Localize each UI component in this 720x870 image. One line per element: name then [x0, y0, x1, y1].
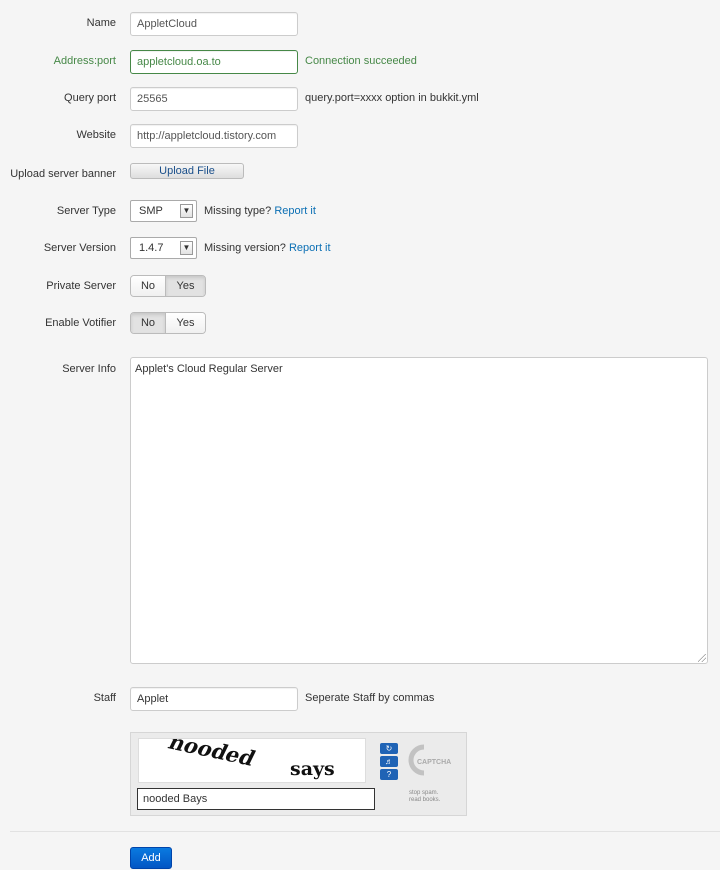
recaptcha-logo-graphic: CAPTCHA: [408, 744, 451, 776]
private-server-label: Private Server: [46, 280, 116, 292]
server-version-value: 1.4.7: [139, 242, 164, 254]
server-version-row: Server Version 1.4.7 ▼ Missing version? …: [0, 237, 720, 259]
query-port-row: Query port 25565 query.port=xxxx option …: [0, 87, 720, 111]
server-info-textarea[interactable]: Applet's Cloud Regular Server: [130, 357, 708, 664]
banner-row: Upload server banner Upload File: [0, 163, 720, 183]
server-version-help: Missing version? Report it: [204, 242, 331, 254]
form-divider: [10, 831, 720, 832]
audio-icon[interactable]: ♬: [380, 756, 398, 767]
server-version-help-text: Missing version?: [204, 242, 286, 254]
server-type-row: Server Type SMP ▼ Missing type? Report i…: [0, 200, 720, 222]
votifier-no[interactable]: No: [131, 313, 165, 333]
resize-handle-icon[interactable]: [698, 654, 706, 662]
banner-label: Upload server banner: [10, 168, 116, 180]
captcha-tagline: stop spam. read books.: [409, 790, 465, 804]
server-type-label: Server Type: [56, 205, 116, 217]
name-input[interactable]: AppletCloud: [130, 12, 298, 36]
address-input[interactable]: appletcloud.oa.to: [130, 50, 298, 74]
connection-status: Connection succeeded: [305, 55, 417, 67]
query-port-input[interactable]: 25565: [130, 87, 298, 111]
votifier-toggle: No Yes: [130, 312, 206, 334]
captcha-tagline-2: read books.: [409, 797, 441, 803]
add-button[interactable]: Add: [130, 847, 172, 869]
captcha-image: nooded says: [138, 731, 366, 783]
recaptcha-logo: CAPTCHA: [407, 743, 465, 780]
private-server-yes[interactable]: Yes: [165, 276, 205, 296]
captcha-logo-text: CAPTCHA: [417, 759, 451, 766]
server-type-help: Missing type? Report it: [204, 205, 316, 217]
help-icon[interactable]: ?: [380, 769, 398, 780]
staff-input[interactable]: Applet: [130, 687, 298, 711]
staff-label: Staff: [93, 692, 116, 704]
server-type-select[interactable]: SMP ▼: [130, 200, 197, 222]
private-server-row: Private Server No Yes: [0, 275, 720, 297]
query-port-help: query.port=xxxx option in bukkit.yml: [305, 92, 479, 104]
server-type-help-text: Missing type?: [204, 205, 272, 217]
report-version-link[interactable]: Report it: [289, 242, 331, 254]
server-type-value: SMP: [139, 205, 163, 217]
server-info-text: Applet's Cloud Regular Server: [135, 363, 283, 375]
chevron-down-icon: ▼: [180, 204, 193, 218]
private-server-no[interactable]: No: [131, 276, 165, 296]
staff-help: Seperate Staff by commas: [305, 692, 435, 704]
upload-file-button[interactable]: Upload File: [130, 163, 244, 179]
votifier-row: Enable Votifier No Yes: [0, 312, 720, 334]
staff-row: Staff Applet Seperate Staff by commas: [0, 687, 720, 711]
report-type-link[interactable]: Report it: [274, 205, 316, 217]
votifier-yes[interactable]: Yes: [165, 313, 205, 333]
query-port-label: Query port: [64, 92, 116, 104]
server-info-label: Server Info: [62, 363, 116, 375]
server-version-select[interactable]: 1.4.7 ▼: [130, 237, 197, 259]
captcha-image-graphic: nooded says: [164, 731, 335, 780]
address-label: Address:port: [53, 55, 116, 67]
private-server-toggle: No Yes: [130, 275, 206, 297]
captcha-word-1: nooded: [164, 739, 259, 771]
website-input[interactable]: http://appletcloud.tistory.com: [130, 124, 298, 148]
captcha-word-2: says: [290, 758, 335, 780]
captcha-widget: nooded says ↻ ♬ ? CAPTCHA stop spam. rea…: [130, 731, 467, 816]
refresh-icon[interactable]: ↻: [380, 743, 398, 754]
server-version-label: Server Version: [43, 242, 116, 254]
name-label: Name: [86, 17, 116, 29]
votifier-label: Enable Votifier: [45, 317, 116, 329]
website-label: Website: [76, 129, 116, 141]
website-row: Website http://appletcloud.tistory.com: [0, 124, 720, 148]
chevron-down-icon: ▼: [180, 241, 193, 255]
address-row: Address:port appletcloud.oa.to Connectio…: [0, 50, 720, 74]
captcha-tagline-1: stop spam.: [409, 790, 439, 796]
captcha-response-input[interactable]: nooded Bays: [137, 788, 375, 810]
name-row: Name AppletCloud: [0, 12, 720, 36]
